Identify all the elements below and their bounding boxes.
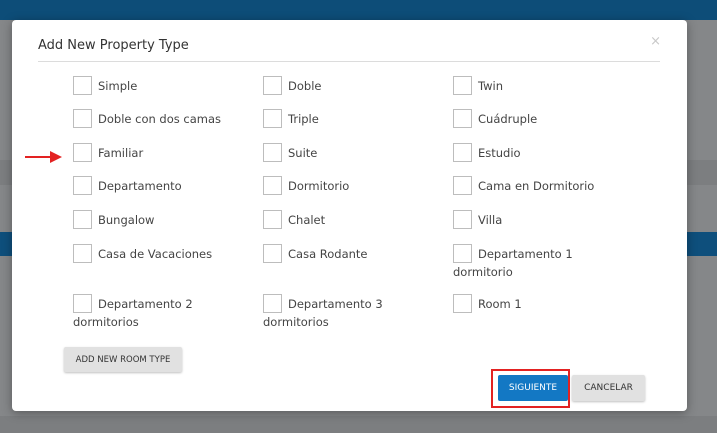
checkbox[interactable] [73, 76, 92, 95]
option-familiar[interactable]: Familiar [73, 143, 243, 162]
checkbox[interactable] [73, 176, 92, 195]
option-suite[interactable]: Suite [263, 143, 433, 162]
option-departamento-2-dormitorios[interactable]: Departamento 2 dormitorios [73, 294, 213, 331]
option-departamento-3-dormitorios[interactable]: Departamento 3 dormitorios [263, 294, 403, 331]
arrow-right-icon [25, 151, 62, 163]
option-label: Suite [288, 146, 318, 160]
option-label: Estudio [478, 146, 521, 160]
option-casa-rodante[interactable]: Casa Rodante [263, 244, 433, 263]
checkbox[interactable] [453, 294, 472, 313]
checkbox[interactable] [73, 109, 92, 128]
checkbox[interactable] [453, 176, 472, 195]
option-label: Villa [478, 213, 503, 227]
checkbox[interactable] [73, 143, 92, 162]
option-simple[interactable]: Simple [73, 76, 243, 95]
option-twin[interactable]: Twin [453, 76, 623, 95]
checkbox[interactable] [263, 176, 282, 195]
option-departamento-1-dormitorio[interactable]: Departamento 1 dormitorio [453, 244, 603, 281]
option-label: Casa de Vacaciones [98, 247, 213, 261]
option-bungalow[interactable]: Bungalow [73, 210, 243, 229]
checkbox[interactable] [263, 143, 282, 162]
option-label: Cama en Dormitorio [478, 179, 595, 193]
option-label: Bungalow [98, 213, 155, 227]
checkbox[interactable] [263, 76, 282, 95]
option-label: Room 1 [478, 297, 522, 311]
option-label: Chalet [288, 213, 326, 227]
option-villa[interactable]: Villa [453, 210, 623, 229]
app-header-bar [0, 0, 717, 20]
dialog-title: Add New Property Type [38, 38, 189, 53]
checkbox[interactable] [453, 143, 472, 162]
checkbox[interactable] [263, 294, 282, 313]
checkbox[interactable] [453, 210, 472, 229]
option-label: Doble con dos camas [98, 112, 222, 126]
cancel-button[interactable]: CANCELAR [572, 375, 645, 401]
checkbox[interactable] [73, 294, 92, 313]
option-cama-en-dormitorio[interactable]: Cama en Dormitorio [453, 176, 623, 195]
option-casa-de-vacaciones[interactable]: Casa de Vacaciones [73, 244, 243, 263]
checkbox[interactable] [263, 109, 282, 128]
close-icon[interactable]: × [650, 34, 661, 49]
option-label: Twin [478, 79, 504, 93]
checkbox[interactable] [453, 244, 472, 263]
option-triple[interactable]: Triple [263, 109, 433, 128]
checkbox[interactable] [453, 109, 472, 128]
add-new-room-type-button[interactable]: ADD NEW ROOM TYPE [64, 347, 182, 372]
checkbox[interactable] [263, 210, 282, 229]
option-label: Doble [288, 79, 322, 93]
add-property-type-dialog: Add New Property Type × Simple Doble Twi… [12, 20, 687, 411]
option-label: Triple [288, 112, 319, 126]
option-chalet[interactable]: Chalet [263, 210, 433, 229]
option-room-1[interactable]: Room 1 [453, 294, 623, 313]
backdrop-band [0, 416, 717, 433]
option-label: Simple [98, 79, 138, 93]
option-doble[interactable]: Doble [263, 76, 433, 95]
checkbox[interactable] [73, 244, 92, 263]
option-label: Casa Rodante [288, 247, 368, 261]
checkbox[interactable] [73, 210, 92, 229]
checkbox[interactable] [263, 244, 282, 263]
option-label: Departamento [98, 179, 182, 193]
title-divider [38, 61, 660, 62]
option-doble-con-dos-camas[interactable]: Doble con dos camas [73, 109, 243, 128]
checkbox[interactable] [453, 76, 472, 95]
next-button[interactable]: SIGUIENTE [498, 375, 568, 401]
option-estudio[interactable]: Estudio [453, 143, 623, 162]
option-departamento[interactable]: Departamento [73, 176, 243, 195]
option-cuadruple[interactable]: Cuádruple [453, 109, 623, 128]
option-dormitorio[interactable]: Dormitorio [263, 176, 433, 195]
option-label: Cuádruple [478, 112, 538, 126]
option-label: Dormitorio [288, 179, 350, 193]
option-label: Familiar [98, 146, 144, 160]
